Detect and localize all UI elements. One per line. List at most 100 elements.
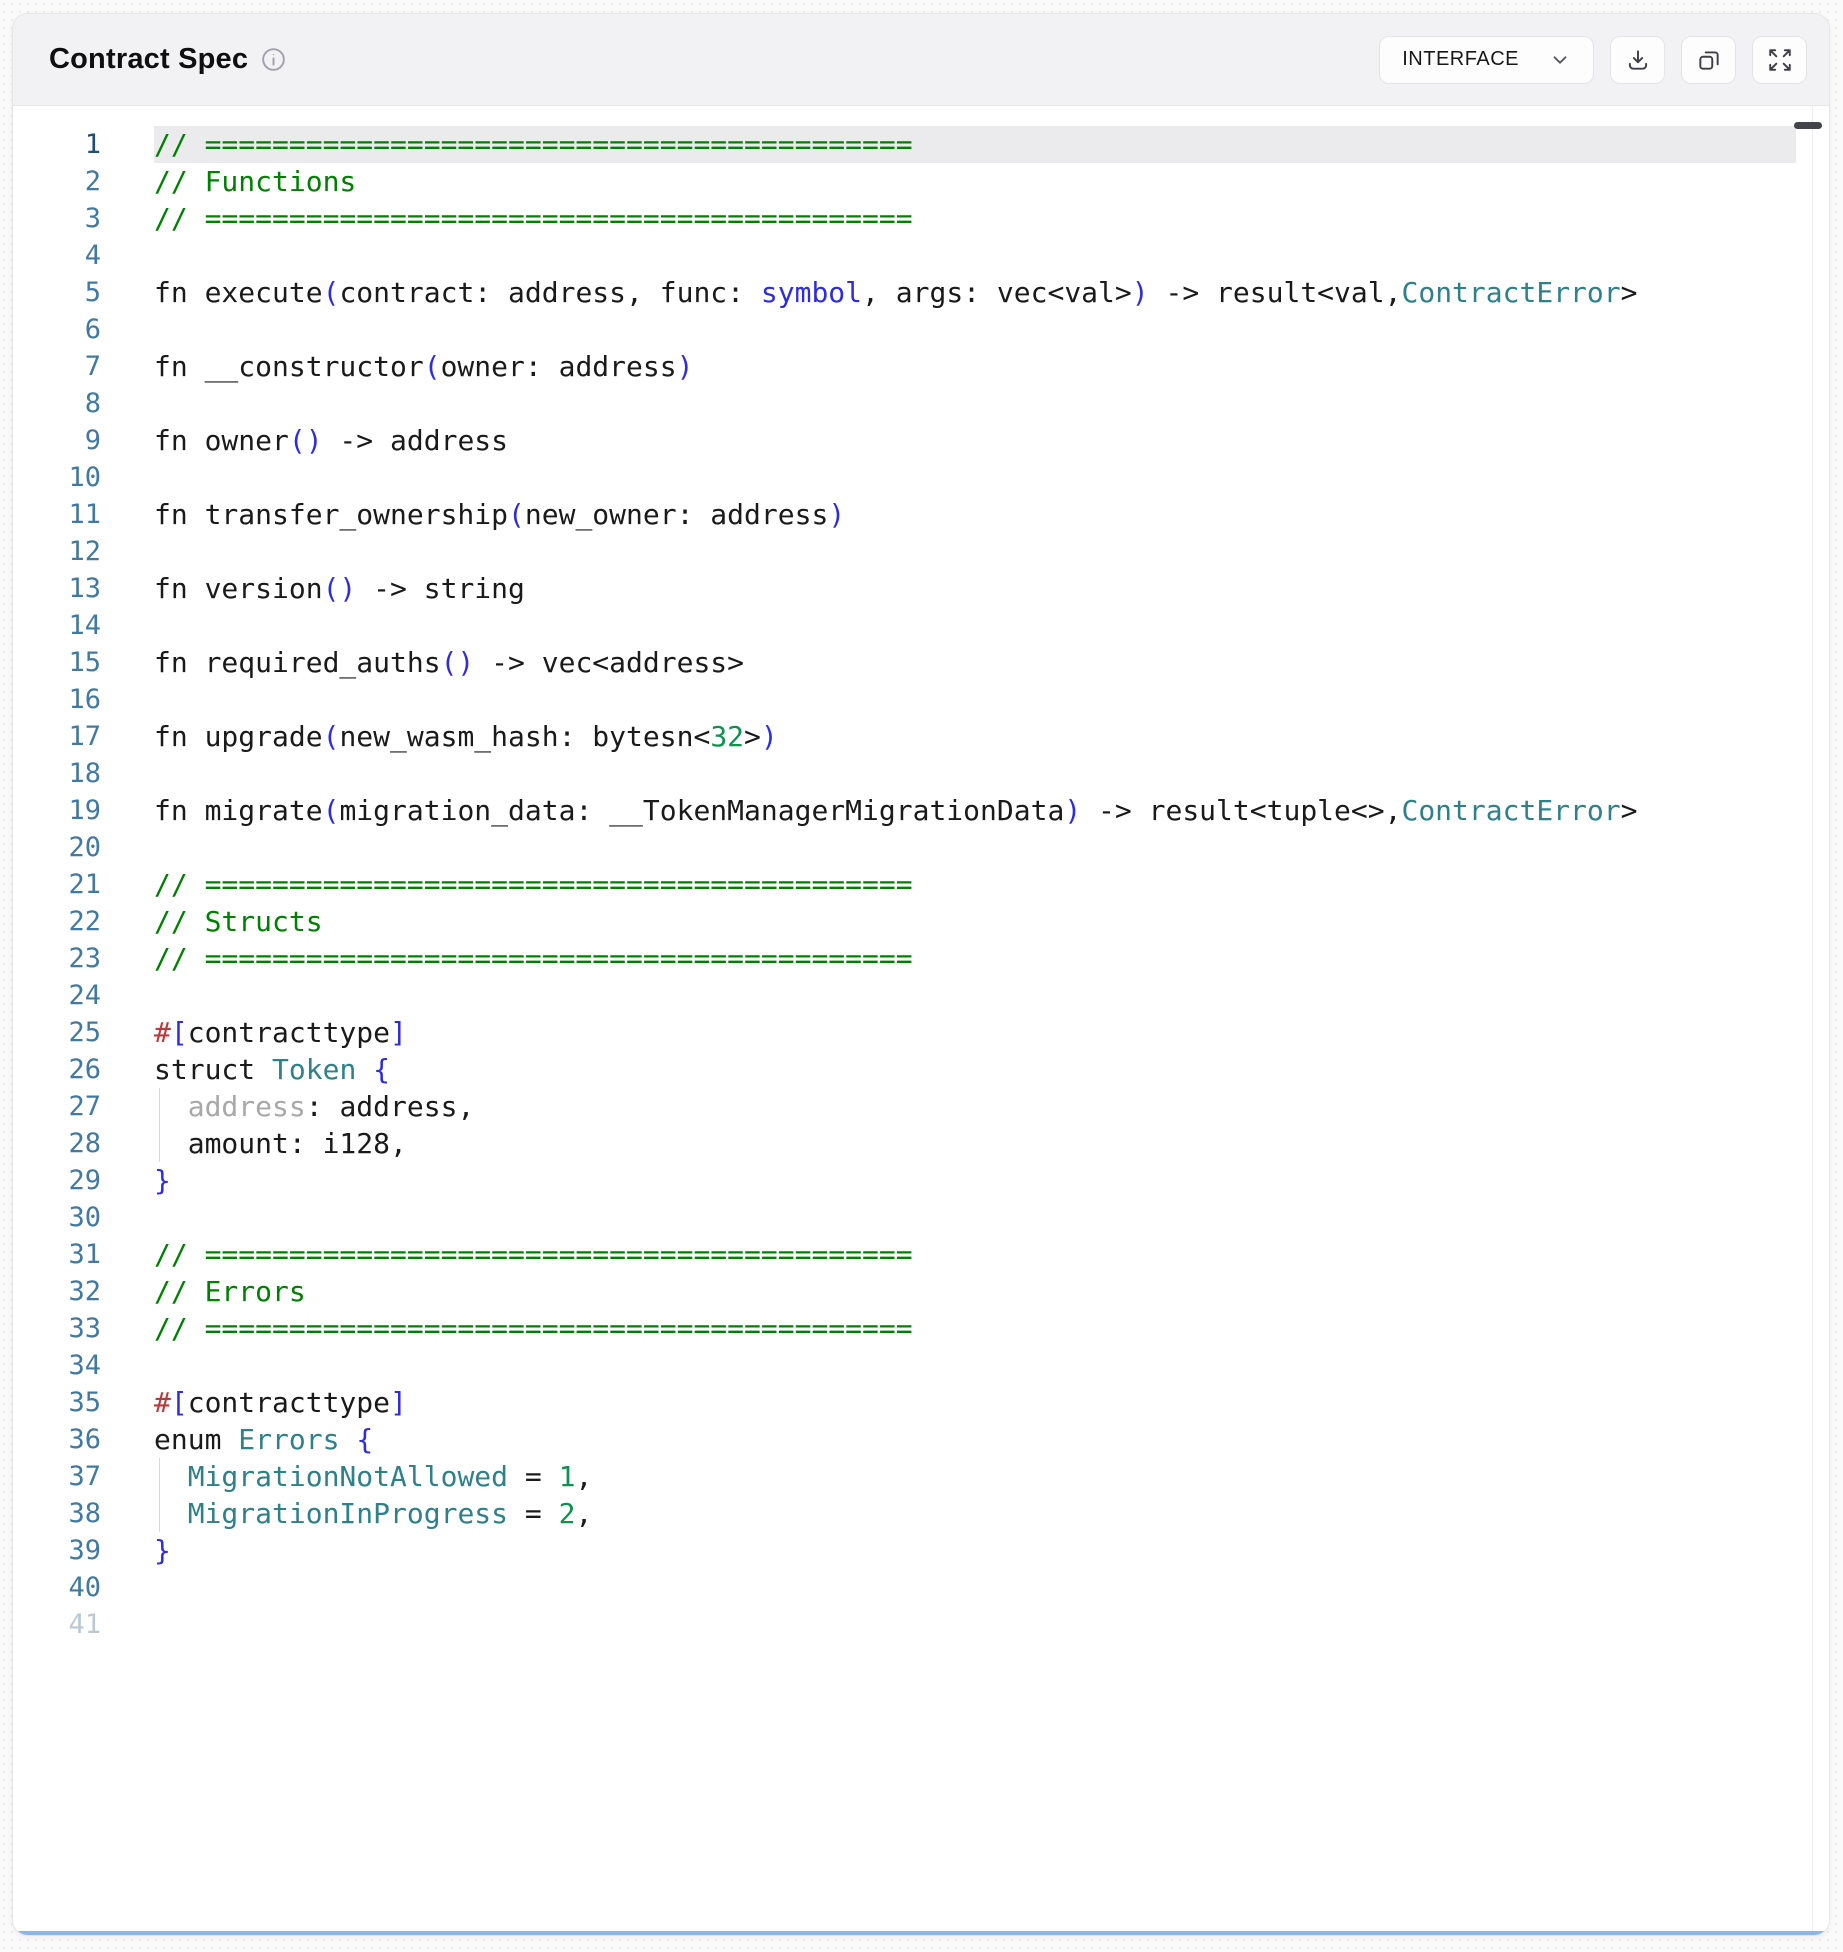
contract-spec-card: Contract Spec INTERFACE <box>12 13 1830 1936</box>
code-line: 19fn migrate(migration_data: __TokenMana… <box>13 792 1829 829</box>
scrollbar-track-divider <box>1812 106 1813 1931</box>
line-number: 2 <box>13 163 101 200</box>
line-number: 24 <box>13 977 101 1014</box>
code-line: 11 fn transfer_ownership(new_owner: addre… <box>13 496 1829 533</box>
page-title: Contract Spec <box>49 43 248 76</box>
line-number: 10 <box>13 459 101 496</box>
code-text <box>154 1606 1796 1643</box>
code-line: 21 // ===================================… <box>13 866 1829 903</box>
line-number: 23 <box>13 940 101 977</box>
line-number: 32 <box>13 1273 101 1310</box>
code-line: 30 <box>13 1199 1829 1236</box>
line-number: 14 <box>13 607 101 644</box>
code-text: } <box>154 1162 1796 1199</box>
line-number: 4 <box>13 237 101 274</box>
code-text <box>154 385 1796 422</box>
code-line: 7fn __constructor(owner: address) <box>13 348 1829 385</box>
code-text <box>154 1199 1796 1236</box>
card-header: Contract Spec INTERFACE <box>13 14 1829 106</box>
line-number: 37 <box>13 1458 101 1495</box>
code-line: 28 amount: i128, <box>13 1125 1829 1162</box>
code-line: 22 // Structs <box>13 903 1829 940</box>
code-line: 12 <box>13 533 1829 570</box>
line-number: 17 <box>13 718 101 755</box>
bottom-accent-line <box>13 1931 1829 1935</box>
line-number: 31 <box>13 1236 101 1273</box>
line-number: 34 <box>13 1347 101 1384</box>
interface-dropdown[interactable]: INTERFACE <box>1379 36 1594 84</box>
code-text: MigrationInProgress = 2, <box>154 1495 1796 1532</box>
code-line: 38 MigrationInProgress = 2, <box>13 1495 1829 1532</box>
code-line: 40 <box>13 1569 1829 1606</box>
code-text <box>154 1569 1796 1606</box>
copy-button[interactable] <box>1681 36 1736 84</box>
code-line: 24 <box>13 977 1829 1014</box>
code-text: // Errors <box>154 1273 1796 1310</box>
code-text: fn execute(contract: address, func: symb… <box>154 274 1796 311</box>
code-line: 33// ===================================… <box>13 1310 1829 1347</box>
line-number: 26 <box>13 1051 101 1088</box>
hscrollbar-thumb[interactable] <box>1794 122 1822 129</box>
code-text: // Functions <box>154 163 1796 200</box>
code-text <box>154 533 1796 570</box>
code-text <box>154 607 1796 644</box>
code-line: 5fn execute(contract: address, func: sym… <box>13 274 1829 311</box>
line-number: 11 <box>13 496 101 533</box>
code-text <box>154 681 1796 718</box>
code-text: address: address, <box>154 1088 1796 1125</box>
code-line: 1 // ====================================… <box>13 126 1829 163</box>
line-number: 8 <box>13 385 101 422</box>
line-number: 22 <box>13 903 101 940</box>
code-text <box>154 459 1796 496</box>
line-number: 35 <box>13 1384 101 1421</box>
chevron-down-icon <box>1549 49 1571 71</box>
expand-icon <box>1767 47 1793 73</box>
line-number: 30 <box>13 1199 101 1236</box>
download-button[interactable] <box>1610 36 1665 84</box>
code-text: // Structs <box>154 903 1796 940</box>
code-line: 35#[contracttype] <box>13 1384 1829 1421</box>
code-text: fn required_auths() -> vec<address> <box>154 644 1796 681</box>
code-line: 27 address: address, <box>13 1088 1829 1125</box>
code-editor[interactable]: 1 // ====================================… <box>13 106 1829 1935</box>
code-text <box>154 1347 1796 1384</box>
code-line: 26struct Token { <box>13 1051 1829 1088</box>
code-text: // =====================================… <box>154 1236 1796 1273</box>
code-text: enum Errors { <box>154 1421 1796 1458</box>
line-number: 25 <box>13 1014 101 1051</box>
line-number: 39 <box>13 1532 101 1569</box>
code-text <box>154 977 1796 1014</box>
code-text: #[contracttype] <box>154 1014 1796 1051</box>
line-number: 21 <box>13 866 101 903</box>
line-number: 40 <box>13 1569 101 1606</box>
code-line: 39} <box>13 1532 1829 1569</box>
code-text: // =====================================… <box>154 200 1796 237</box>
code-text: } <box>154 1532 1796 1569</box>
code-line: 15fn required_auths() -> vec<address> <box>13 644 1829 681</box>
line-number: 6 <box>13 311 101 348</box>
line-number: 20 <box>13 829 101 866</box>
code-text: fn transfer_ownership(new_owner: address… <box>154 496 1796 533</box>
code-text <box>154 755 1796 792</box>
line-number: 29 <box>13 1162 101 1199</box>
line-number: 13 <box>13 570 101 607</box>
line-number: 1 <box>13 126 101 163</box>
code-text: // =====================================… <box>154 126 1796 163</box>
code-line: 10 <box>13 459 1829 496</box>
copy-icon <box>1696 47 1722 73</box>
code-lines: 1 // ====================================… <box>13 106 1829 1643</box>
code-text: MigrationNotAllowed = 1, <box>154 1458 1796 1495</box>
code-line: 29} <box>13 1162 1829 1199</box>
code-text: // =====================================… <box>154 1310 1796 1347</box>
code-line: 9fn owner() -> address <box>13 422 1829 459</box>
line-number: 16 <box>13 681 101 718</box>
line-number: 41 <box>13 1606 101 1643</box>
code-line: 32 // Errors <box>13 1273 1829 1310</box>
line-number: 7 <box>13 348 101 385</box>
line-number: 38 <box>13 1495 101 1532</box>
expand-button[interactable] <box>1752 36 1807 84</box>
line-number: 28 <box>13 1125 101 1162</box>
code-text: // =====================================… <box>154 866 1796 903</box>
code-line: 31 // ===================================… <box>13 1236 1829 1273</box>
code-text: fn owner() -> address <box>154 422 1796 459</box>
